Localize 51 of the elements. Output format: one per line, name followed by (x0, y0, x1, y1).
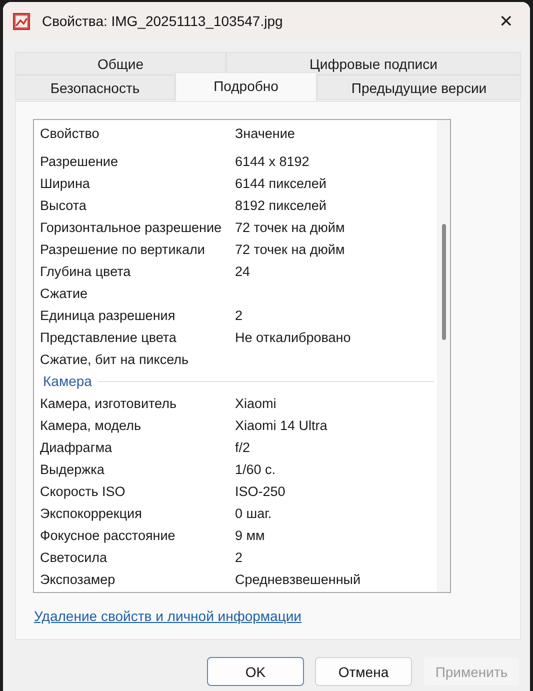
value-cell: 72 точек на дюйм (235, 242, 345, 256)
image-file-icon (13, 12, 30, 30)
value-cell: Xiaomi 14 Ultra (235, 418, 328, 432)
property-cell-text: Экспозамер (40, 572, 116, 586)
value-cell: 0 шаг. (235, 506, 272, 520)
value-cell: 72 точек на дюйм (235, 220, 345, 234)
value-cell: 2 (235, 550, 243, 564)
property-cell-text: Высота (40, 198, 88, 212)
property-cell-text: Сжатие, бит на пиксель (40, 352, 190, 366)
value-cell: 2 (235, 308, 243, 322)
property-cell-text: Глубина цвета (40, 264, 132, 278)
property-cell-text: Выдержка (40, 462, 106, 476)
property-cell-text: Фокусное расстояние (40, 528, 176, 542)
column-header[interactable]: Свойство (40, 126, 235, 140)
property-cell-text: Диафрагма (40, 440, 114, 454)
property-cell-text: Ширина (40, 176, 91, 190)
property-cell-text: Разрешение по вертикали (40, 242, 206, 256)
property-cell-text: Представление цвета (40, 330, 178, 344)
value-cell: 6144 x 8192 (235, 154, 310, 168)
tab[interactable]: Цифровые подписи (226, 52, 521, 75)
property-cell-text: Сжатие (40, 286, 89, 300)
scrollbar[interactable] (437, 120, 450, 592)
tab[interactable]: Безопасность (15, 75, 175, 100)
value-cell: Не откалибровано (235, 330, 351, 344)
tab[interactable]: Предыдущие версии (317, 75, 521, 100)
property-cell-text: Камера, изготовитель (40, 396, 178, 410)
tab[interactable]: Общие (15, 52, 226, 75)
group-header: Камера (42, 373, 93, 389)
value-cell: 9 мм (235, 528, 265, 542)
property-cell-text: Единица разрешения (40, 308, 176, 322)
property-cell-text: Светосила (40, 550, 108, 564)
window-title: Свойства: IMG_20251113_103547.jpg (42, 13, 284, 29)
value-cell: f/2 (235, 440, 250, 454)
dialog-button[interactable]: OK (207, 657, 304, 686)
property-cell-text: Экспокоррекция (40, 506, 143, 520)
property-cell-text: Горизонтальное разрешение (40, 220, 223, 234)
value-cell: 1/60 с. (235, 462, 276, 476)
dialog-button[interactable]: Отмена (315, 657, 412, 686)
column-header[interactable]: Значение (235, 126, 295, 140)
property-cell-text: Разрешение (40, 154, 119, 168)
value-cell: 24 (235, 264, 250, 278)
remove-properties-link[interactable]: Удаление свойств и личной информации (34, 608, 302, 624)
value-cell: 6144 пикселей (235, 176, 326, 190)
property-cell-text: Скорость ISO (40, 484, 126, 498)
property-cell-text: Камера, модель (40, 418, 142, 432)
value-cell: Xiaomi (235, 396, 276, 410)
value-cell: ISO-250 (235, 484, 286, 498)
value-cell: 8192 пикселей (235, 198, 326, 212)
close-button[interactable]: ✕ (486, 10, 526, 32)
tab[interactable]: Подробно (175, 72, 317, 101)
value-cell: Средневзвешенный (235, 572, 361, 586)
